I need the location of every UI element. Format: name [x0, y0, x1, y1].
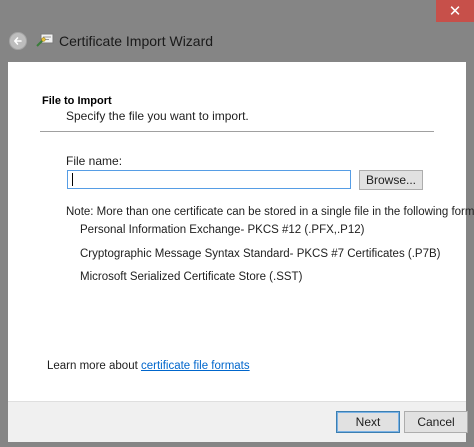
format-item-sst: Microsoft Serialized Certificate Store (… — [80, 271, 303, 283]
formats-note: Note: More than one certificate can be s… — [66, 206, 474, 218]
back-button[interactable] — [9, 32, 27, 50]
back-arrow-icon — [14, 37, 22, 45]
title-bar — [0, 0, 474, 62]
text-caret — [72, 173, 73, 186]
file-name-input[interactable] — [67, 170, 351, 189]
browse-button[interactable]: Browse... — [359, 170, 423, 190]
section-title: File to Import — [42, 95, 112, 107]
next-button[interactable]: Next — [336, 411, 400, 433]
learn-more-prefix: Learn more about — [47, 360, 141, 372]
header-divider — [40, 131, 434, 132]
section-description: Specify the file you want to import. — [66, 109, 249, 123]
close-icon: ✕ — [448, 1, 462, 20]
cancel-button[interactable]: Cancel — [404, 411, 468, 433]
file-name-label: File name: — [66, 154, 123, 168]
format-item-p7b: Cryptographic Message Syntax Standard- P… — [80, 248, 441, 260]
format-item-pfx: Personal Information Exchange- PKCS #12 … — [80, 224, 365, 236]
close-button[interactable]: ✕ — [436, 0, 474, 22]
certificate-wizard-icon — [36, 33, 54, 47]
window-title: Certificate Import Wizard — [59, 33, 214, 49]
certificate-file-formats-link[interactable]: certificate file formats — [141, 360, 250, 372]
learn-more-text: Learn more about certificate file format… — [47, 360, 250, 372]
